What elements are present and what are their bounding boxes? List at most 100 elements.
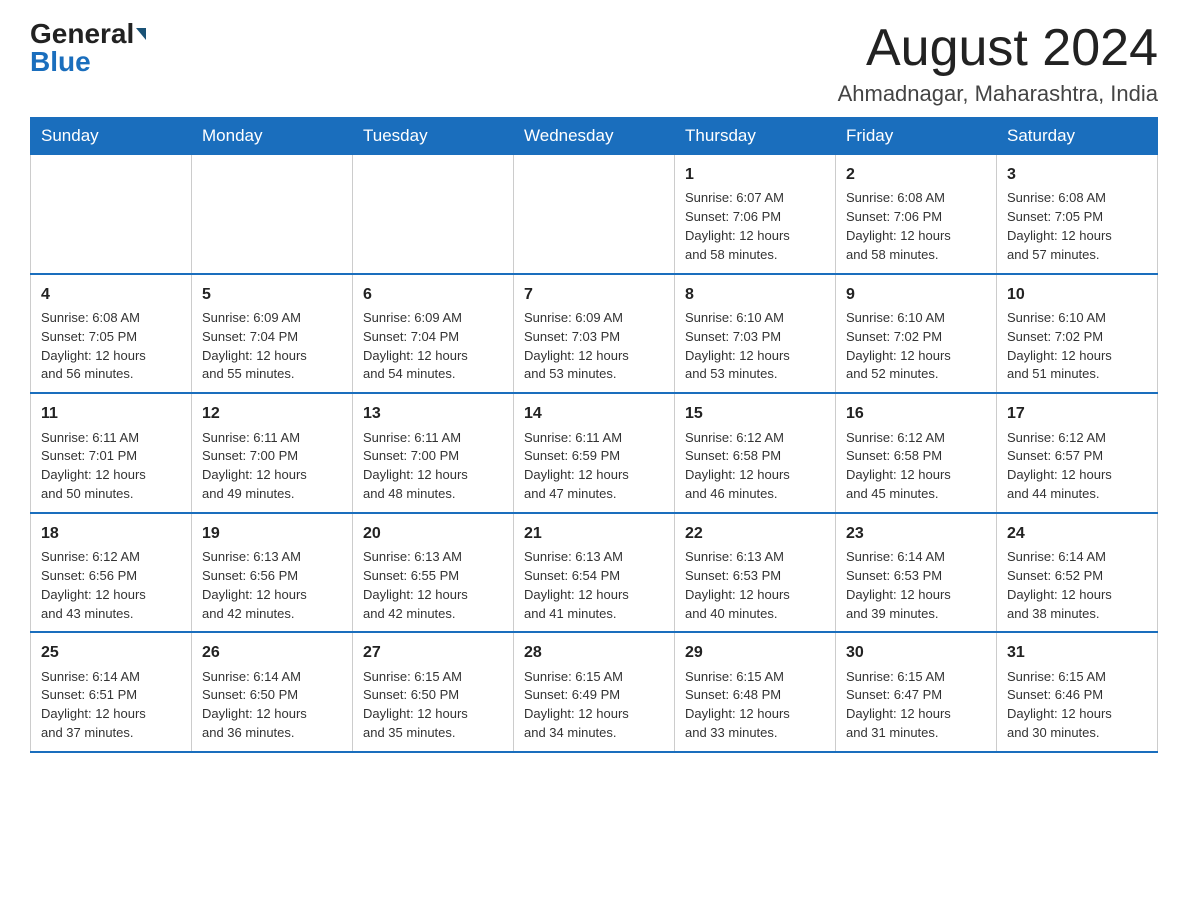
day-info: Sunrise: 6:08 AM xyxy=(41,309,181,328)
day-info: Sunrise: 6:11 AM xyxy=(363,429,503,448)
day-info: and 31 minutes. xyxy=(846,724,986,743)
day-number: 26 xyxy=(202,641,342,664)
day-number: 2 xyxy=(846,163,986,186)
day-info: and 58 minutes. xyxy=(846,246,986,265)
calendar-cell: 3Sunrise: 6:08 AMSunset: 7:05 PMDaylight… xyxy=(997,155,1158,274)
logo-general-text: General xyxy=(30,20,134,48)
day-info: Daylight: 12 hours xyxy=(1007,466,1147,485)
day-info: Sunset: 6:48 PM xyxy=(685,686,825,705)
calendar-cell: 10 Sunrise: 6:10 AMSunset: 7:02 PMDayligh… xyxy=(997,274,1158,394)
location: Ahmadnagar, Maharashtra, India xyxy=(838,81,1158,107)
day-number: 14 xyxy=(524,402,664,425)
day-info: Sunset: 6:46 PM xyxy=(1007,686,1147,705)
day-info: Sunrise: 6:13 AM xyxy=(202,548,342,567)
day-info: and 35 minutes. xyxy=(363,724,503,743)
calendar-cell: 12Sunrise: 6:11 AMSunset: 7:00 PMDayligh… xyxy=(192,393,353,513)
calendar-cell: 18Sunrise: 6:12 AMSunset: 6:56 PMDayligh… xyxy=(31,513,192,633)
day-number: 31 xyxy=(1007,641,1147,664)
day-info: Sunrise: 6:10 AM xyxy=(1007,309,1147,328)
calendar-cell: 14Sunrise: 6:11 AMSunset: 6:59 PMDayligh… xyxy=(514,393,675,513)
day-info: Sunset: 6:58 PM xyxy=(846,447,986,466)
logo-arrow-icon xyxy=(136,28,146,40)
day-info: and 39 minutes. xyxy=(846,605,986,624)
calendar-cell: 27Sunrise: 6:15 AMSunset: 6:50 PMDayligh… xyxy=(353,632,514,752)
day-info: Sunset: 7:02 PM xyxy=(1007,328,1147,347)
day-info: Sunrise: 6:15 AM xyxy=(685,668,825,687)
calendar-cell: 15Sunrise: 6:12 AMSunset: 6:58 PMDayligh… xyxy=(675,393,836,513)
day-info: Sunset: 6:50 PM xyxy=(202,686,342,705)
day-info: Daylight: 12 hours xyxy=(685,347,825,366)
day-info: Daylight: 12 hours xyxy=(846,705,986,724)
day-info: Daylight: 12 hours xyxy=(685,586,825,605)
day-info: Sunset: 7:04 PM xyxy=(363,328,503,347)
day-info: Daylight: 12 hours xyxy=(202,466,342,485)
calendar-cell: 30Sunrise: 6:15 AMSunset: 6:47 PMDayligh… xyxy=(836,632,997,752)
day-info: Daylight: 12 hours xyxy=(41,586,181,605)
day-number: 17 xyxy=(1007,402,1147,425)
day-number: 21 xyxy=(524,522,664,545)
day-info: Sunset: 6:59 PM xyxy=(524,447,664,466)
day-info: Daylight: 12 hours xyxy=(1007,227,1147,246)
calendar-week-4: 18Sunrise: 6:12 AMSunset: 6:56 PMDayligh… xyxy=(31,513,1158,633)
day-info: and 41 minutes. xyxy=(524,605,664,624)
day-info: and 33 minutes. xyxy=(685,724,825,743)
day-info: Sunrise: 6:07 AM xyxy=(685,189,825,208)
day-info: and 47 minutes. xyxy=(524,485,664,504)
calendar-header-row: SundayMondayTuesdayWednesdayThursdayFrid… xyxy=(31,118,1158,155)
calendar-week-2: 4Sunrise: 6:08 AMSunset: 7:05 PMDaylight… xyxy=(31,274,1158,394)
day-info: and 40 minutes. xyxy=(685,605,825,624)
day-info: Sunrise: 6:10 AM xyxy=(685,309,825,328)
calendar-week-1: 1Sunrise: 6:07 AMSunset: 7:06 PMDaylight… xyxy=(31,155,1158,274)
day-number: 22 xyxy=(685,522,825,545)
day-info: Daylight: 12 hours xyxy=(41,705,181,724)
calendar-cell: 13Sunrise: 6:11 AMSunset: 7:00 PMDayligh… xyxy=(353,393,514,513)
day-info: Sunset: 6:56 PM xyxy=(202,567,342,586)
column-header-saturday: Saturday xyxy=(997,118,1158,155)
day-info: and 37 minutes. xyxy=(41,724,181,743)
day-number: 9 xyxy=(846,283,986,306)
calendar-cell: 20Sunrise: 6:13 AMSunset: 6:55 PMDayligh… xyxy=(353,513,514,633)
calendar-cell: 1Sunrise: 6:07 AMSunset: 7:06 PMDaylight… xyxy=(675,155,836,274)
day-info: Sunrise: 6:14 AM xyxy=(202,668,342,687)
calendar-cell: 7Sunrise: 6:09 AMSunset: 7:03 PMDaylight… xyxy=(514,274,675,394)
calendar: SundayMondayTuesdayWednesdayThursdayFrid… xyxy=(30,117,1158,753)
day-info: Sunrise: 6:15 AM xyxy=(363,668,503,687)
day-info: Sunset: 7:04 PM xyxy=(202,328,342,347)
day-info: Sunset: 7:05 PM xyxy=(41,328,181,347)
day-info: Daylight: 12 hours xyxy=(524,586,664,605)
logo: General Blue xyxy=(30,20,146,78)
day-info: Sunrise: 6:12 AM xyxy=(685,429,825,448)
day-info: Sunset: 6:51 PM xyxy=(41,686,181,705)
calendar-cell: 9Sunrise: 6:10 AMSunset: 7:02 PMDaylight… xyxy=(836,274,997,394)
day-info: and 57 minutes. xyxy=(1007,246,1147,265)
day-info: Sunset: 6:56 PM xyxy=(41,567,181,586)
day-info: Daylight: 12 hours xyxy=(363,705,503,724)
day-info: Sunrise: 6:08 AM xyxy=(1007,189,1147,208)
day-info: Daylight: 12 hours xyxy=(363,586,503,605)
calendar-cell: 17Sunrise: 6:12 AMSunset: 6:57 PMDayligh… xyxy=(997,393,1158,513)
title-section: August 2024 Ahmadnagar, Maharashtra, Ind… xyxy=(838,20,1158,107)
day-info: Daylight: 12 hours xyxy=(1007,347,1147,366)
day-info: Sunrise: 6:14 AM xyxy=(41,668,181,687)
day-number: 23 xyxy=(846,522,986,545)
day-info: Daylight: 12 hours xyxy=(685,705,825,724)
day-number: 10 xyxy=(1007,283,1147,306)
day-number: 12 xyxy=(202,402,342,425)
day-info: Daylight: 12 hours xyxy=(1007,705,1147,724)
calendar-cell xyxy=(514,155,675,274)
day-info: Daylight: 12 hours xyxy=(685,227,825,246)
day-number: 19 xyxy=(202,522,342,545)
day-number: 16 xyxy=(846,402,986,425)
day-info: Sunset: 7:05 PM xyxy=(1007,208,1147,227)
day-info: and 54 minutes. xyxy=(363,365,503,384)
day-info: Daylight: 12 hours xyxy=(41,466,181,485)
logo-blue-text: Blue xyxy=(30,46,91,78)
calendar-cell: 16Sunrise: 6:12 AMSunset: 6:58 PMDayligh… xyxy=(836,393,997,513)
calendar-cell: 8Sunrise: 6:10 AMSunset: 7:03 PMDaylight… xyxy=(675,274,836,394)
day-info: and 38 minutes. xyxy=(1007,605,1147,624)
day-info: Sunrise: 6:11 AM xyxy=(202,429,342,448)
day-info: Daylight: 12 hours xyxy=(41,347,181,366)
day-info: Sunset: 6:47 PM xyxy=(846,686,986,705)
day-info: and 53 minutes. xyxy=(524,365,664,384)
day-info: and 55 minutes. xyxy=(202,365,342,384)
